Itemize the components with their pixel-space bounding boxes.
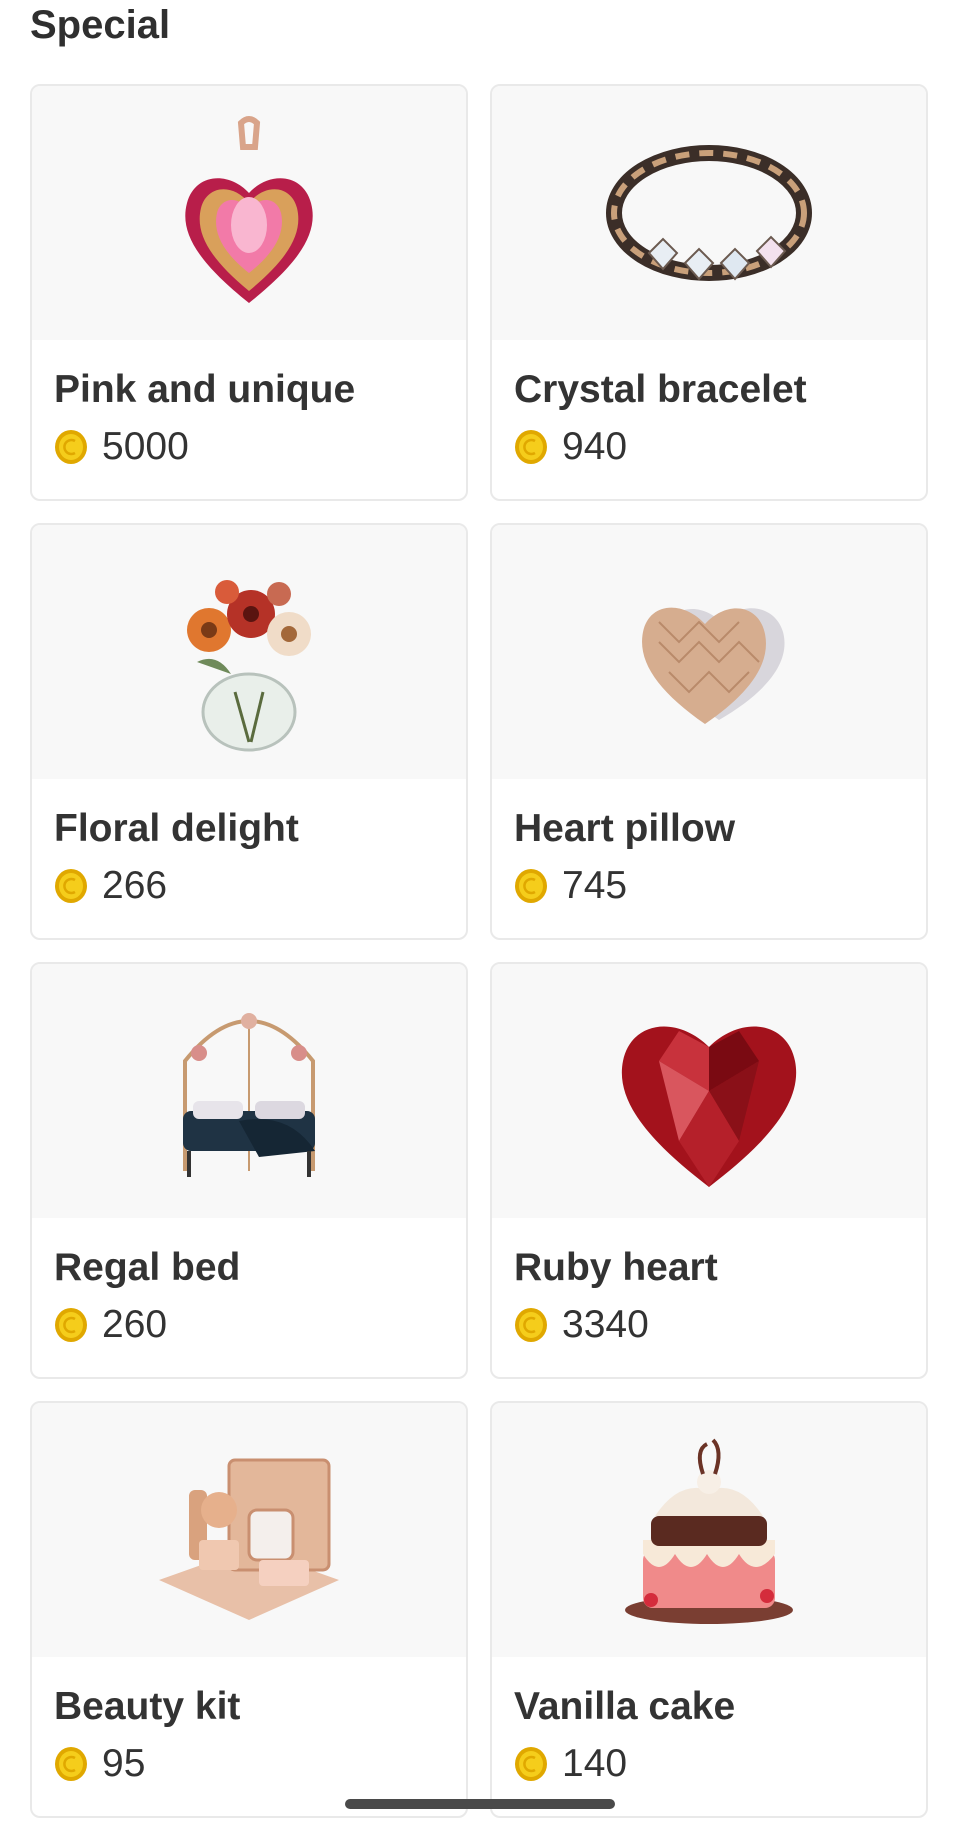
gift-thumbnail	[32, 964, 466, 1218]
coin-icon	[55, 430, 87, 464]
price-row: 95	[54, 1741, 444, 1787]
gift-card-vanilla-cake[interactable]: Vanilla cake 140	[490, 1401, 928, 1818]
gift-thumbnail	[492, 525, 926, 779]
gift-thumbnail	[492, 1403, 926, 1657]
gift-price: 5000	[102, 425, 189, 468]
ruby-heart-icon	[621, 1026, 797, 1187]
gift-card-crystal-bracelet[interactable]: Crystal bracelet 940	[490, 84, 928, 501]
price-row: 940	[514, 424, 904, 470]
gift-card-pink-and-unique[interactable]: Pink and unique 5000	[30, 84, 468, 501]
gift-price: 260	[102, 1303, 168, 1346]
coin-icon	[55, 1747, 87, 1781]
gift-card-beauty-kit[interactable]: Beauty kit 95	[30, 1401, 468, 1818]
gift-name: Heart pillow	[514, 807, 736, 850]
gift-thumbnail	[492, 964, 926, 1218]
price-row: 260	[54, 1302, 444, 1348]
coin-icon	[515, 869, 547, 903]
section-title: Special	[30, 3, 171, 47]
coin-icon	[515, 1308, 547, 1342]
price-row: 266	[54, 863, 444, 909]
gift-name: Crystal bracelet	[514, 368, 807, 411]
gift-card-regal-bed[interactable]: Regal bed 260	[30, 962, 468, 1379]
pink-heart-pendant-icon	[185, 116, 313, 303]
price-row: 5000	[54, 424, 444, 470]
gift-name: Pink and unique	[54, 368, 356, 411]
gift-price: 745	[562, 864, 628, 907]
gift-card-heart-pillow[interactable]: Heart pillow 745	[490, 523, 928, 940]
gift-card-floral-delight[interactable]: Floral delight 266	[30, 523, 468, 940]
gift-name: Beauty kit	[54, 1685, 241, 1728]
gift-card-ruby-heart[interactable]: Ruby heart 3340	[490, 962, 928, 1379]
gift-thumbnail	[492, 86, 926, 340]
gift-grid: Pink and unique 5000 Crystal bracelet 94…	[30, 84, 930, 1818]
gift-name: Ruby heart	[514, 1246, 718, 1289]
crystal-bracelet-icon	[606, 145, 812, 281]
coin-icon	[55, 1308, 87, 1342]
heart-pillow-icon	[642, 607, 785, 724]
gift-price: 940	[562, 425, 628, 468]
home-indicator[interactable]	[345, 1799, 615, 1809]
gift-name: Floral delight	[54, 807, 299, 850]
gift-price: 140	[562, 1742, 628, 1785]
price-row: 745	[514, 863, 904, 909]
price-row: 3340	[514, 1302, 904, 1348]
gift-name: Vanilla cake	[514, 1685, 736, 1728]
canopy-bed-icon	[183, 1013, 315, 1177]
gift-name: Regal bed	[54, 1246, 241, 1289]
price-row: 140	[514, 1741, 904, 1787]
coin-icon	[55, 869, 87, 903]
gift-price: 3340	[562, 1303, 649, 1346]
beauty-kit-icon	[159, 1458, 339, 1620]
coin-icon	[515, 1747, 547, 1781]
gift-price: 95	[102, 1742, 146, 1785]
flower-vase-icon	[187, 580, 311, 752]
coin-icon	[515, 430, 547, 464]
gift-price: 266	[102, 864, 168, 907]
gift-thumbnail	[32, 1403, 466, 1657]
vanilla-cake-icon	[625, 1438, 793, 1624]
gift-thumbnail	[32, 86, 466, 340]
gift-thumbnail	[32, 525, 466, 779]
